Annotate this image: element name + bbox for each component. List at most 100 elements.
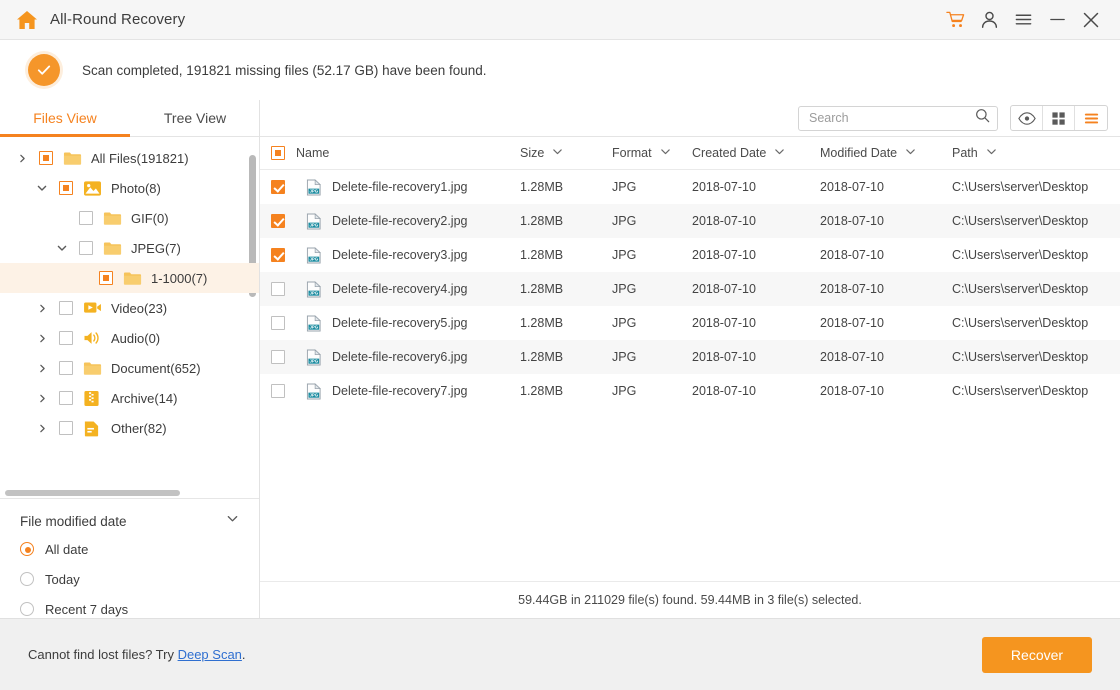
chevron-down-icon[interactable] xyxy=(552,146,563,160)
tree-item-checkbox[interactable] xyxy=(59,391,73,405)
row-checkbox[interactable] xyxy=(260,248,296,262)
table-row[interactable]: JPG Delete-file-recovery5.jpg 1.28MB JPG 201… xyxy=(260,306,1120,340)
tree-item-checkbox[interactable] xyxy=(59,361,73,375)
tree-item-label: Archive(14) xyxy=(111,390,178,406)
chevron-right-icon[interactable] xyxy=(34,323,50,353)
cell-size: 1.28MB xyxy=(520,316,564,330)
cell-created-date: 2018-07-10 xyxy=(692,350,756,364)
column-header-format[interactable]: Format xyxy=(612,146,692,160)
tree-item-label: Audio(0) xyxy=(111,330,161,346)
tree-item-photo[interactable]: Photo(8) xyxy=(0,173,259,203)
search-input[interactable] xyxy=(809,111,975,125)
row-checkbox[interactable] xyxy=(260,384,296,398)
table-row[interactable]: JPG Delete-file-recovery2.jpg 1.28MB JPG 201… xyxy=(260,204,1120,238)
cart-icon[interactable] xyxy=(938,0,972,40)
chevron-right-icon[interactable] xyxy=(14,143,30,173)
minimize-icon[interactable] xyxy=(1040,0,1074,40)
tree-item-archive[interactable]: Archive(14) xyxy=(0,383,259,413)
table-row[interactable]: JPG Delete-file-recovery3.jpg 1.28MB JPG 201… xyxy=(260,238,1120,272)
tree-item-checkbox[interactable] xyxy=(39,151,53,165)
cell-size: 1.28MB xyxy=(520,350,564,364)
application-window: All-Round Recovery Scan completed, 19182… xyxy=(0,0,1120,690)
svg-text:JPG: JPG xyxy=(309,290,318,295)
file-name-label: Delete-file-recovery2.jpg xyxy=(332,214,468,228)
tree-item-all-files[interactable]: All Files(191821) xyxy=(0,143,259,173)
photo-icon xyxy=(83,180,102,197)
chevron-down-icon[interactable] xyxy=(986,146,997,160)
account-icon[interactable] xyxy=(972,0,1006,40)
table-row[interactable]: JPG Delete-file-recovery1.jpg 1.28MB JPG 201… xyxy=(260,170,1120,204)
chevron-down-icon[interactable] xyxy=(660,146,671,160)
table-header: Name Size Format Created Date Modified D… xyxy=(260,137,1120,170)
radio-button[interactable] xyxy=(20,572,34,586)
tree-item-checkbox[interactable] xyxy=(79,211,93,225)
chevron-down-icon[interactable] xyxy=(226,512,239,530)
chevron-right-icon[interactable] xyxy=(34,413,50,443)
cell-modified-date: 2018-07-10 xyxy=(820,316,884,330)
tree-item-label: GIF(0) xyxy=(131,210,169,226)
select-all-checkbox[interactable] xyxy=(260,146,296,160)
tree-item-checkbox[interactable] xyxy=(59,181,73,195)
column-header-size[interactable]: Size xyxy=(520,146,612,160)
tree-item-other[interactable]: Other(82) xyxy=(0,413,259,443)
jpg-file-icon: JPG xyxy=(306,348,322,366)
menu-icon[interactable] xyxy=(1006,0,1040,40)
folder-icon xyxy=(103,210,122,227)
search-icon[interactable] xyxy=(975,108,990,128)
date-filter-header[interactable]: File modified date xyxy=(0,508,259,534)
deep-scan-link[interactable]: Deep Scan xyxy=(178,647,242,662)
selection-summary: 59.44GB in 211029 file(s) found. 59.44MB… xyxy=(260,581,1120,618)
chevron-right-icon[interactable] xyxy=(34,383,50,413)
chevron-down-icon[interactable] xyxy=(905,146,916,160)
column-header-name[interactable]: Name xyxy=(296,146,520,160)
column-header-path[interactable]: Path xyxy=(952,146,1112,160)
chevron-right-icon[interactable] xyxy=(34,293,50,323)
tree-item-document[interactable]: Document(652) xyxy=(0,353,259,383)
tree-item-checkbox[interactable] xyxy=(59,301,73,315)
close-icon[interactable] xyxy=(1074,0,1108,40)
deep-scan-hint-suffix: . xyxy=(241,647,246,662)
row-checkbox[interactable] xyxy=(260,180,296,194)
tab-files-view[interactable]: Files View xyxy=(0,100,130,136)
tree-item-jpeg[interactable]: JPEG(7) xyxy=(0,233,259,263)
cell-path: C:\Users\server\Desktop xyxy=(952,248,1089,262)
radio-button[interactable] xyxy=(20,602,34,616)
tree-item-checkbox[interactable] xyxy=(79,241,93,255)
tree-item-checkbox[interactable] xyxy=(59,331,73,345)
row-checkbox[interactable] xyxy=(260,350,296,364)
radio-button[interactable] xyxy=(20,542,34,556)
tree-item-checkbox[interactable] xyxy=(99,271,113,285)
table-row[interactable]: JPG Delete-file-recovery4.jpg 1.28MB JPG 201… xyxy=(260,272,1120,306)
chevron-down-icon[interactable] xyxy=(774,146,785,160)
folder-icon xyxy=(83,360,102,377)
row-checkbox[interactable] xyxy=(260,316,296,330)
grid-view-icon[interactable] xyxy=(1043,106,1075,130)
svg-text:JPG: JPG xyxy=(309,358,318,363)
cell-path: C:\Users\server\Desktop xyxy=(952,350,1089,364)
cell-created-date: 2018-07-10 xyxy=(692,180,756,194)
column-header-created-date[interactable]: Created Date xyxy=(692,146,820,160)
recover-button[interactable]: Recover xyxy=(982,636,1092,673)
tree-item-label: All Files(191821) xyxy=(91,150,189,166)
chevron-down-icon[interactable] xyxy=(34,173,50,203)
chevron-down-icon[interactable] xyxy=(54,233,70,263)
row-checkbox[interactable] xyxy=(260,282,296,296)
date-filter-option-today[interactable]: Today xyxy=(0,564,259,594)
list-view-icon[interactable] xyxy=(1075,106,1107,130)
search-box[interactable] xyxy=(798,105,998,131)
tree-horizontal-scrollbar[interactable] xyxy=(5,490,180,496)
tree-item-audio[interactable]: Audio(0) xyxy=(0,323,259,353)
chevron-right-icon[interactable] xyxy=(34,353,50,383)
tree-item-gif[interactable]: GIF(0) xyxy=(0,203,259,233)
table-row[interactable]: JPG Delete-file-recovery7.jpg 1.28MB JPG 201… xyxy=(260,374,1120,408)
tab-tree-view[interactable]: Tree View xyxy=(130,100,260,136)
home-icon[interactable] xyxy=(16,10,38,30)
preview-eye-icon[interactable] xyxy=(1011,106,1043,130)
tree-item-1-1000[interactable]: 1-1000(7) xyxy=(0,263,259,293)
tree-item-video[interactable]: Video(23) xyxy=(0,293,259,323)
row-checkbox[interactable] xyxy=(260,214,296,228)
tree-item-checkbox[interactable] xyxy=(59,421,73,435)
column-header-modified-date[interactable]: Modified Date xyxy=(820,146,952,160)
table-row[interactable]: JPG Delete-file-recovery6.jpg 1.28MB JPG 201… xyxy=(260,340,1120,374)
date-filter-option-all-date[interactable]: All date xyxy=(0,534,259,564)
